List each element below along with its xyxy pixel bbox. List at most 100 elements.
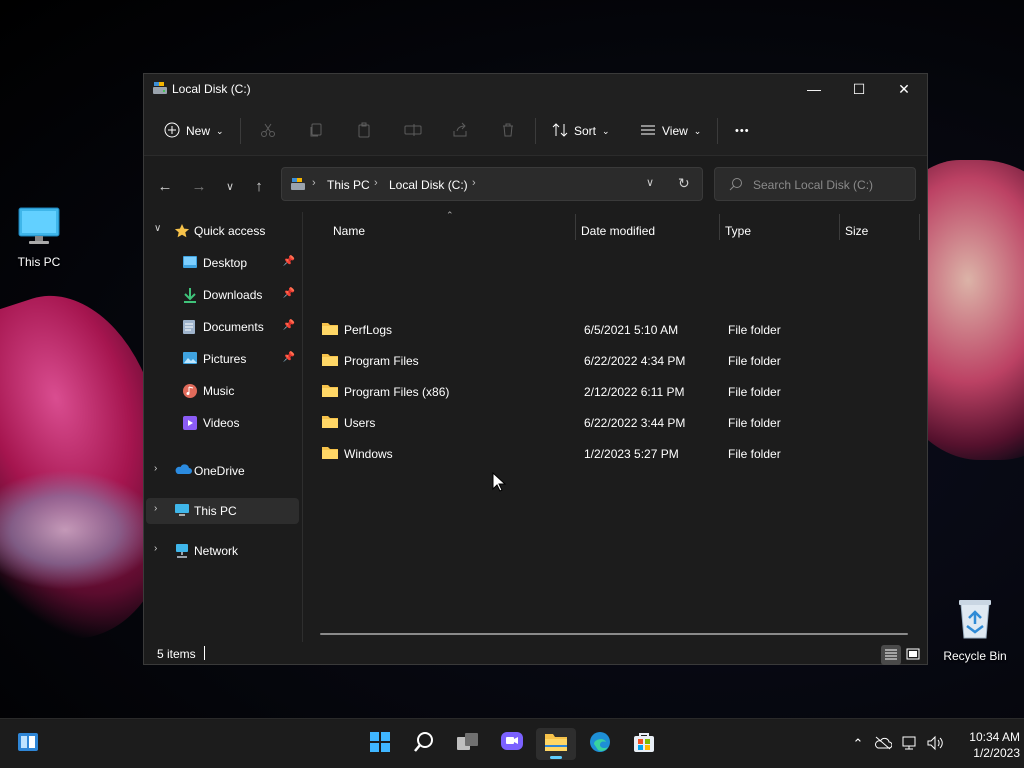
share-button[interactable] bbox=[452, 118, 468, 144]
forward-button[interactable]: → bbox=[187, 174, 211, 198]
pin-icon[interactable]: 📌 bbox=[283, 320, 295, 331]
task-view-button[interactable] bbox=[448, 728, 488, 760]
pin-icon[interactable]: 📌 bbox=[283, 352, 295, 363]
sidebar-item-pictures[interactable]: Pictures 📌 bbox=[146, 346, 299, 372]
chat-button[interactable] bbox=[492, 728, 532, 760]
sidebar-item-desktop[interactable]: Desktop 📌 bbox=[146, 250, 299, 276]
close-button[interactable]: ✕ bbox=[881, 74, 927, 104]
sidebar-item-label: Quick access bbox=[194, 224, 266, 238]
cloud-icon bbox=[174, 463, 192, 478]
sidebar-item-onedrive[interactable]: › OneDrive bbox=[146, 458, 299, 484]
file-date: 2/12/2022 6:11 PM bbox=[584, 385, 685, 399]
column-resizer[interactable] bbox=[919, 214, 920, 240]
details-view-button[interactable] bbox=[881, 645, 901, 665]
clock-time: 10:34 AM bbox=[969, 730, 1020, 744]
file-name: Windows bbox=[344, 447, 393, 461]
sidebar-item-label: Downloads bbox=[203, 288, 263, 302]
network-icon bbox=[901, 735, 919, 754]
picture-icon bbox=[182, 351, 198, 368]
breadcrumb-chevron-icon[interactable]: › bbox=[374, 177, 378, 189]
file-type: File folder bbox=[728, 385, 781, 399]
address-bar[interactable]: › This PC › Local Disk (C:) › ∨ ↻ bbox=[281, 167, 703, 201]
clock[interactable]: 10:34 AM 1/2/2023 bbox=[950, 729, 1020, 761]
search-button[interactable] bbox=[404, 728, 444, 760]
rename-icon bbox=[404, 122, 422, 141]
delete-button[interactable] bbox=[500, 118, 516, 144]
refresh-icon[interactable]: ↻ bbox=[678, 175, 690, 192]
breadcrumb-this-pc[interactable]: This PC bbox=[327, 178, 370, 192]
edge-button[interactable] bbox=[580, 728, 620, 760]
horizontal-scrollbar[interactable] bbox=[320, 633, 908, 635]
window-title: Local Disk (C:) bbox=[172, 82, 251, 96]
column-label: Name bbox=[333, 224, 366, 238]
cut-button[interactable] bbox=[260, 118, 276, 144]
sort-button[interactable]: Sort ⌄ bbox=[552, 118, 610, 144]
minimize-button[interactable]: — bbox=[791, 74, 837, 104]
table-row[interactable]: Windows 1/2/2023 5:27 PM File folder bbox=[317, 439, 917, 469]
details-view-icon bbox=[884, 648, 898, 663]
scissors-icon bbox=[260, 122, 276, 141]
copy-button[interactable] bbox=[308, 118, 324, 144]
speaker-icon bbox=[926, 735, 944, 754]
chevron-right-icon[interactable]: › bbox=[154, 543, 157, 554]
new-button[interactable]: New ⌄ bbox=[164, 118, 224, 144]
sidebar-item-network[interactable]: › Network bbox=[146, 538, 299, 564]
maximize-button[interactable]: ☐ bbox=[836, 74, 882, 104]
file-explorer-taskbar-button[interactable] bbox=[536, 728, 576, 760]
large-icons-view-button[interactable] bbox=[903, 645, 923, 665]
chevron-down-icon[interactable]: ∨ bbox=[154, 223, 161, 234]
desktop-icon-this-pc[interactable]: This PC bbox=[1, 206, 77, 269]
chevron-right-icon[interactable]: › bbox=[154, 503, 157, 514]
start-button[interactable] bbox=[360, 728, 400, 760]
sidebar-item-downloads[interactable]: Downloads 📌 bbox=[146, 282, 299, 308]
breadcrumb-chevron-icon[interactable]: › bbox=[472, 177, 476, 189]
desktop-icon-recycle-bin[interactable]: Recycle Bin bbox=[937, 596, 1013, 663]
breadcrumb-chevron-icon[interactable]: › bbox=[312, 177, 316, 189]
file-date: 1/2/2023 5:27 PM bbox=[584, 447, 679, 461]
widgets-button[interactable] bbox=[8, 728, 48, 760]
sidebar-item-label: Documents bbox=[203, 320, 264, 334]
pin-icon[interactable]: 📌 bbox=[283, 288, 295, 299]
pin-icon[interactable]: 📌 bbox=[283, 256, 295, 267]
drive-icon bbox=[290, 177, 306, 194]
up-button[interactable]: ↑ bbox=[247, 174, 271, 198]
table-row[interactable]: Program Files 6/22/2022 4:34 PM File fol… bbox=[317, 346, 917, 376]
network-icon bbox=[174, 543, 190, 562]
sidebar-item-quick-access[interactable]: ∨ Quick access bbox=[146, 218, 299, 244]
sidebar-item-documents[interactable]: Documents 📌 bbox=[146, 314, 299, 340]
sidebar-item-this-pc[interactable]: › This PC bbox=[146, 498, 299, 524]
chevron-right-icon[interactable]: › bbox=[154, 463, 157, 474]
rename-button[interactable] bbox=[404, 118, 422, 144]
volume-tray-icon[interactable] bbox=[925, 735, 945, 753]
more-options-button[interactable]: ••• bbox=[735, 118, 750, 144]
breadcrumb-local-disk[interactable]: Local Disk (C:) bbox=[389, 178, 468, 192]
sidebar-item-music[interactable]: Music bbox=[146, 378, 299, 404]
show-hidden-icons-button[interactable]: ⌃ bbox=[848, 735, 868, 753]
onedrive-tray-icon[interactable] bbox=[873, 735, 893, 753]
file-name: Program Files (x86) bbox=[344, 385, 450, 399]
view-button[interactable]: View ⌄ bbox=[640, 118, 701, 144]
back-button[interactable]: ← bbox=[153, 174, 177, 198]
windows-logo-icon bbox=[369, 731, 391, 758]
table-row[interactable]: Users 6/22/2022 3:44 PM File folder bbox=[317, 408, 917, 438]
search-icon bbox=[413, 731, 435, 758]
column-resizer[interactable] bbox=[719, 214, 720, 240]
title-bar[interactable]: Local Disk (C:) — ☐ ✕ bbox=[144, 74, 927, 104]
address-history-dropdown-icon[interactable]: ∨ bbox=[646, 176, 654, 189]
sidebar-item-videos[interactable]: Videos bbox=[146, 410, 299, 436]
file-type: File folder bbox=[728, 323, 781, 337]
store-button[interactable] bbox=[624, 728, 664, 760]
sidebar-item-label: Desktop bbox=[203, 256, 248, 270]
folder-icon bbox=[321, 321, 339, 339]
column-label: Size bbox=[845, 224, 869, 238]
table-row[interactable]: Program Files (x86) 2/12/2022 6:11 PM Fi… bbox=[317, 377, 917, 407]
search-input[interactable] bbox=[753, 176, 903, 194]
table-row[interactable]: PerfLogs 6/5/2021 5:10 AM File folder bbox=[317, 315, 917, 345]
column-resizer[interactable] bbox=[839, 214, 840, 240]
network-tray-icon[interactable] bbox=[900, 735, 920, 753]
file-date: 6/22/2022 3:44 PM bbox=[584, 416, 686, 430]
paste-button[interactable] bbox=[356, 118, 372, 144]
recent-locations-button[interactable]: ∨ bbox=[218, 174, 242, 198]
search-box[interactable] bbox=[714, 167, 916, 201]
column-resizer[interactable] bbox=[575, 214, 576, 240]
